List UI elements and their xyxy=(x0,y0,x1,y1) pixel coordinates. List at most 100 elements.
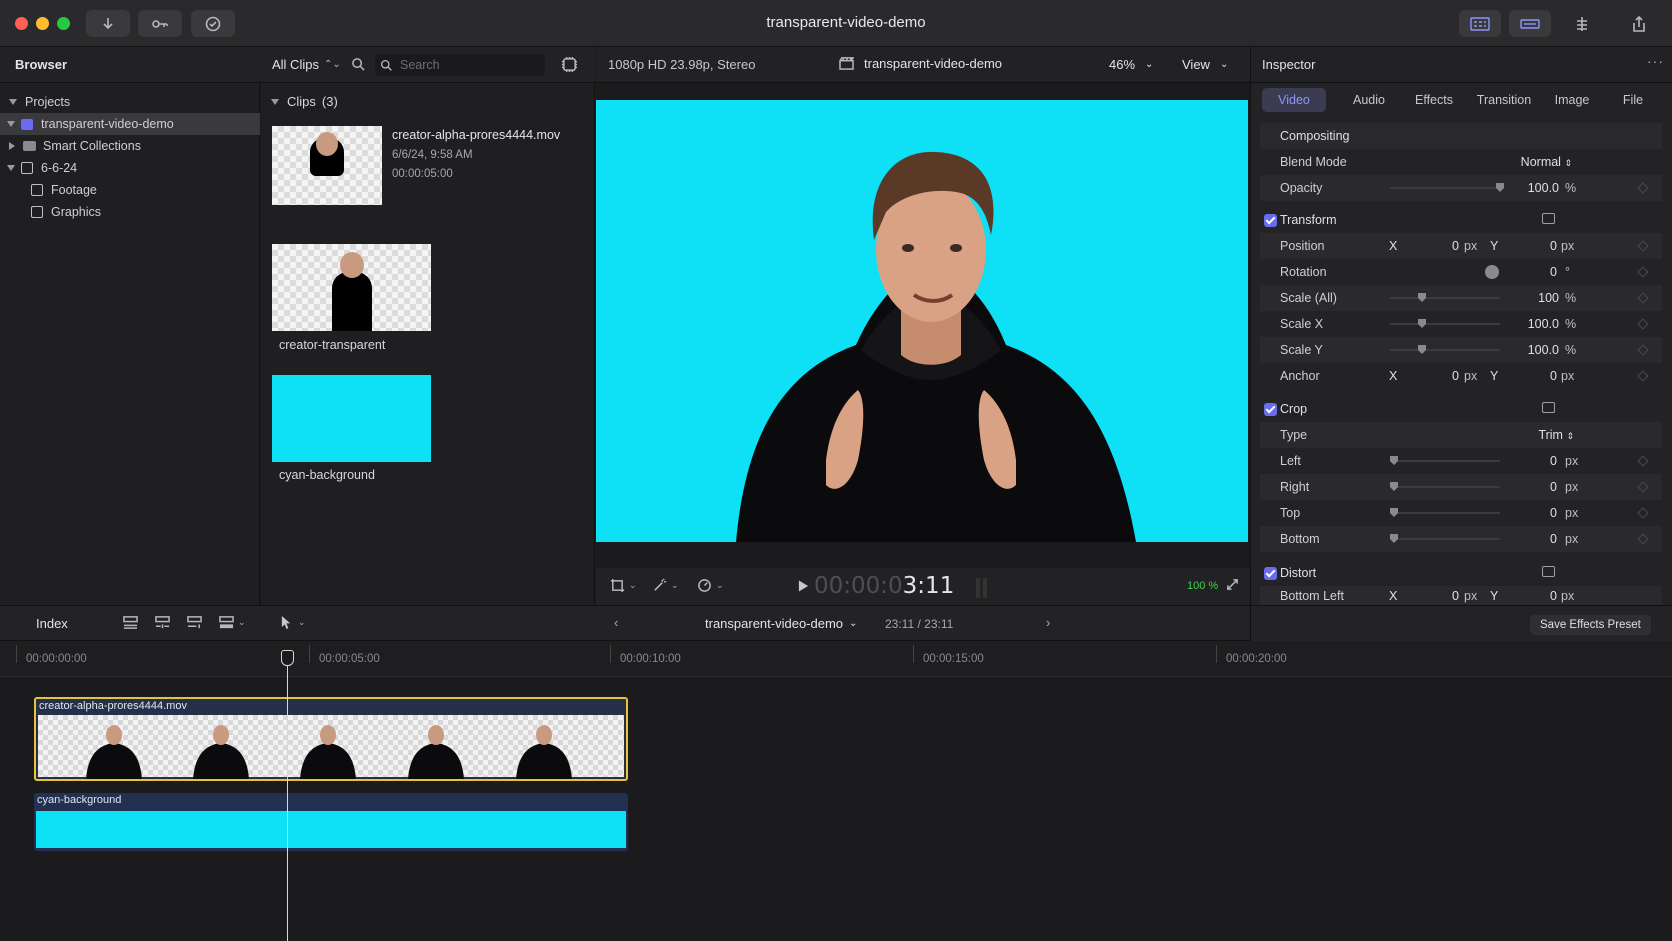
anchor-x-value[interactable]: 0 xyxy=(1420,369,1459,383)
onscreen-controls-icon[interactable] xyxy=(1542,213,1555,224)
show-browser-button[interactable] xyxy=(1459,10,1501,37)
keyframe-icon[interactable] xyxy=(1637,240,1649,252)
anchor-y-value[interactable]: 0 xyxy=(1520,369,1557,383)
scale-all-value[interactable]: 100 xyxy=(1512,291,1559,305)
append-clip-button[interactable] xyxy=(186,615,203,633)
projects-group[interactable]: Projects xyxy=(0,91,260,113)
onscreen-controls-icon[interactable] xyxy=(1542,402,1555,413)
distort-section[interactable]: Distort xyxy=(1260,560,1662,586)
keyframe-icon[interactable] xyxy=(1637,182,1649,194)
keyword-footage-item[interactable]: Footage xyxy=(0,179,260,201)
save-effects-preset-button[interactable]: Save Effects Preset xyxy=(1530,615,1651,635)
crop-right-value[interactable]: 0 xyxy=(1520,480,1557,494)
history-forward-button[interactable]: › xyxy=(1046,615,1050,630)
retime-dropdown[interactable]: ⌄ xyxy=(697,578,724,593)
timeline-project-dropdown[interactable]: transparent-video-demo ⌄ xyxy=(705,616,857,631)
keyframe-icon[interactable] xyxy=(1637,344,1649,356)
timeline-area[interactable] xyxy=(0,641,1672,941)
zoom-dropdown[interactable]: 46% ⌄ xyxy=(1109,57,1153,72)
bottom-left-y-value[interactable]: 0 xyxy=(1520,589,1557,603)
scale-y-slider[interactable] xyxy=(1390,345,1500,354)
slider-knob[interactable] xyxy=(1418,345,1426,354)
crop-bottom-value[interactable]: 0 xyxy=(1520,532,1557,546)
project-item[interactable]: transparent-video-demo xyxy=(0,113,260,135)
timeline-clip-foreground[interactable]: creator-alpha-prores4444.mov xyxy=(34,697,628,781)
search-field[interactable]: Search xyxy=(375,54,545,76)
slider-knob[interactable] xyxy=(1390,508,1398,517)
scale-x-slider[interactable] xyxy=(1390,319,1500,328)
clip-name[interactable]: cyan-background xyxy=(279,468,375,482)
keyframe-icon[interactable] xyxy=(1637,266,1649,278)
show-timeline-button[interactable] xyxy=(1509,10,1551,37)
timeline-clip-background[interactable]: cyan-background xyxy=(34,793,628,851)
video-preview[interactable] xyxy=(596,100,1248,542)
clip-filter-dropdown[interactable]: All Clips ⌃⌄ xyxy=(272,57,341,72)
slider-knob[interactable] xyxy=(1496,183,1504,192)
rotation-dial[interactable] xyxy=(1485,265,1499,279)
clip-thumbnail-cyan[interactable] xyxy=(272,375,431,462)
clip-thumbnail-alpha[interactable] xyxy=(272,126,382,205)
timecode-display[interactable]: 00:00:0 3:11 xyxy=(814,573,954,599)
keyframe-icon[interactable] xyxy=(1637,455,1649,467)
opacity-slider[interactable] xyxy=(1390,183,1504,192)
playhead-line[interactable] xyxy=(287,650,288,941)
position-x-value[interactable]: 0 xyxy=(1420,239,1459,253)
crop-bottom-slider[interactable] xyxy=(1390,534,1500,543)
rotation-value[interactable]: 0 xyxy=(1520,265,1557,279)
compositing-section[interactable]: Compositing xyxy=(1260,123,1662,149)
view-dropdown[interactable]: View ⌄ xyxy=(1182,57,1228,72)
scale-x-value[interactable]: 100.0 xyxy=(1512,317,1559,331)
transform-section[interactable]: Transform xyxy=(1260,207,1662,233)
tab-transition[interactable]: Transition xyxy=(1470,88,1538,112)
overwrite-clip-dropdown[interactable]: ⌄ xyxy=(218,615,246,630)
share-button[interactable] xyxy=(1618,10,1660,37)
crop-section[interactable]: Crop xyxy=(1260,396,1662,422)
play-button[interactable] xyxy=(798,579,809,596)
slider-knob[interactable] xyxy=(1418,293,1426,302)
crop-top-value[interactable]: 0 xyxy=(1520,506,1557,520)
crop-right-slider[interactable] xyxy=(1390,482,1500,491)
blend-mode-dropdown[interactable]: Normal ⇕ xyxy=(1512,155,1572,169)
keyframe-icon[interactable] xyxy=(1637,292,1649,304)
filmstrip-search-toggle[interactable] xyxy=(351,57,366,75)
scale-y-value[interactable]: 100.0 xyxy=(1512,343,1559,357)
clip-name[interactable]: creator-transparent xyxy=(279,338,385,352)
tab-file[interactable]: File xyxy=(1611,88,1655,112)
scale-all-slider[interactable] xyxy=(1390,293,1500,302)
crop-top-slider[interactable] xyxy=(1390,508,1500,517)
enhancements-dropdown[interactable]: ⌄ xyxy=(652,578,679,593)
distort-checkbox[interactable] xyxy=(1264,567,1277,580)
index-button[interactable]: Index xyxy=(36,616,68,631)
tab-audio[interactable]: Audio xyxy=(1342,88,1396,112)
onscreen-controls-icon[interactable] xyxy=(1542,566,1555,577)
slider-knob[interactable] xyxy=(1418,319,1426,328)
more-options-icon[interactable]: ··· xyxy=(1647,53,1664,69)
keyword-graphics-item[interactable]: Graphics xyxy=(0,201,260,223)
position-y-value[interactable]: 0 xyxy=(1520,239,1557,253)
opacity-value[interactable]: 100.0 xyxy=(1512,181,1559,195)
keyframe-icon[interactable] xyxy=(1637,318,1649,330)
fullscreen-button[interactable] xyxy=(1226,578,1239,594)
crop-left-value[interactable]: 0 xyxy=(1520,454,1557,468)
bottom-left-x-value[interactable]: 0 xyxy=(1420,589,1459,603)
transform-tool-dropdown[interactable]: ⌄ xyxy=(610,578,637,593)
tab-image[interactable]: Image xyxy=(1546,88,1598,112)
crop-checkbox[interactable] xyxy=(1264,403,1277,416)
timeline-ruler[interactable]: 00:00:00:00 00:00:05:00 00:00:10:00 00:0… xyxy=(0,641,1672,677)
smart-collections-item[interactable]: Smart Collections xyxy=(0,135,260,157)
history-back-button[interactable]: ‹ xyxy=(614,615,618,630)
keyframe-icon[interactable] xyxy=(1637,507,1649,519)
tab-effects[interactable]: Effects xyxy=(1406,88,1462,112)
connect-clip-button[interactable] xyxy=(122,615,139,633)
insert-clip-button[interactable] xyxy=(154,615,171,633)
event-item[interactable]: 6-6-24 xyxy=(0,157,260,179)
playhead-handle[interactable] xyxy=(281,650,294,666)
slider-knob[interactable] xyxy=(1390,482,1398,491)
crop-type-dropdown[interactable]: Trim ⇕ xyxy=(1528,428,1574,442)
crop-left-slider[interactable] xyxy=(1390,456,1500,465)
keyframe-icon[interactable] xyxy=(1637,481,1649,493)
slider-knob[interactable] xyxy=(1390,534,1398,543)
clip-thumbnail-transparent[interactable] xyxy=(272,244,431,331)
show-inspector-button[interactable] xyxy=(1561,10,1603,37)
slider-knob[interactable] xyxy=(1390,456,1398,465)
